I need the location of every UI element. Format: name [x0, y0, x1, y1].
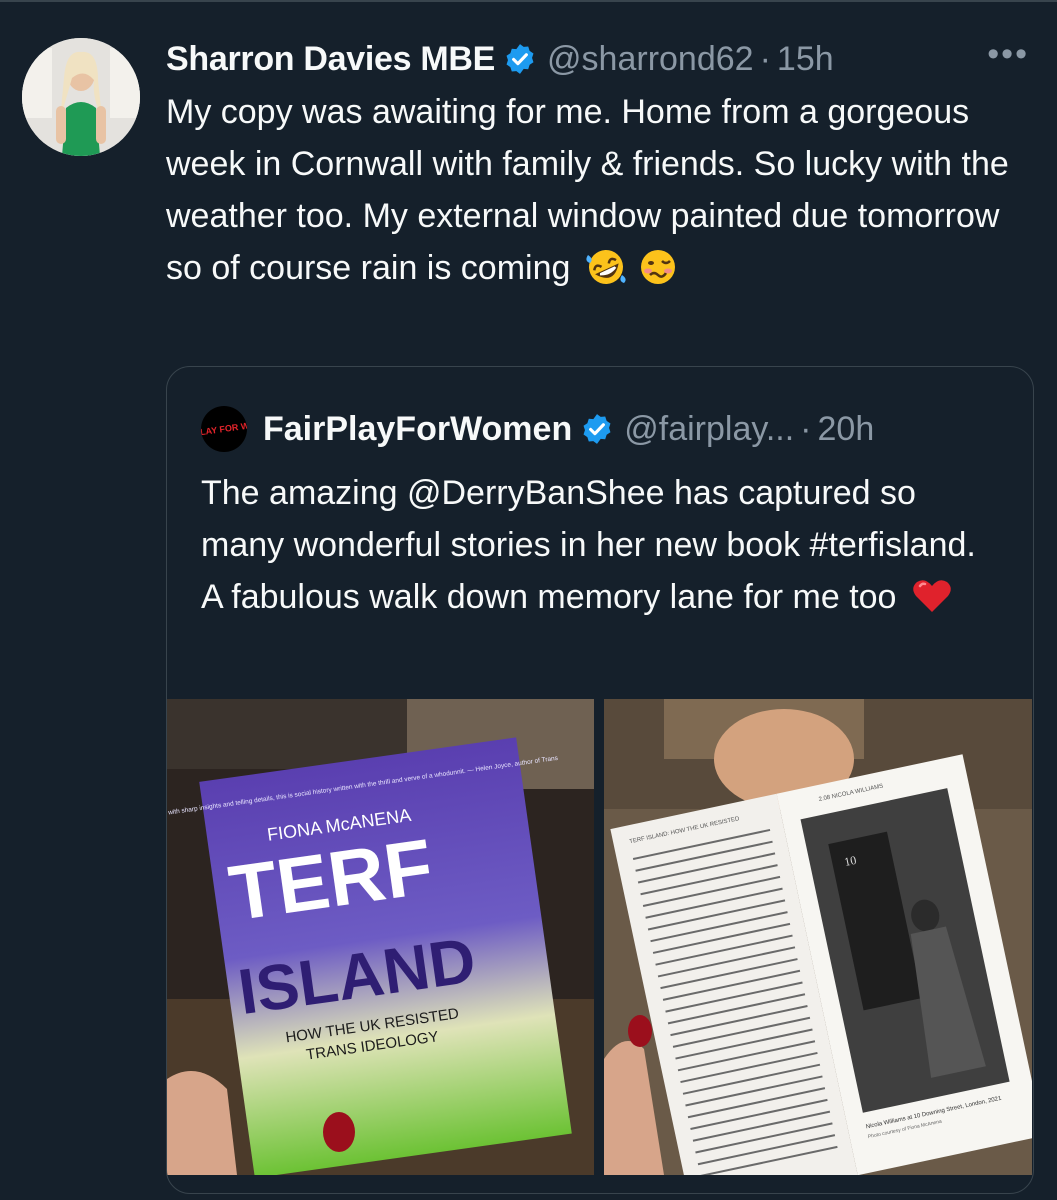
- verified-badge-icon: [503, 42, 537, 76]
- author-avatar[interactable]: [22, 38, 140, 156]
- quoted-tweet-card[interactable]: FAIR PLAY FOR WOMEN FairPlayForWomen @fa…: [166, 366, 1034, 1194]
- quoted-author-name: FairPlayForWomen: [263, 409, 573, 448]
- quoted-author-avatar: FAIR PLAY FOR WOMEN: [201, 406, 247, 452]
- quoted-separator-dot: ·: [800, 409, 812, 448]
- tweet-timestamp[interactable]: 15h: [777, 40, 834, 79]
- tweet-header: Sharron Davies MBE @sharrond62 · 15h: [166, 36, 1037, 82]
- quoted-timestamp: 20h: [817, 409, 875, 448]
- photo-open-book[interactable]: 10 TERF ISLAND: HOW THE UK RESISTED 2.08…: [604, 699, 1032, 1175]
- quoted-author-handle: @fairplay...: [624, 409, 795, 448]
- red-heart-emoji-icon: [910, 576, 954, 616]
- quoted-avatar-text: FAIR PLAY FOR WOMEN: [201, 416, 247, 441]
- author-name[interactable]: Sharron Davies MBE: [166, 40, 495, 79]
- photo-book-cover[interactable]: Packed with sharp insights and telling d…: [167, 699, 594, 1175]
- quoted-tweet-header: FAIR PLAY FOR WOMEN FairPlayForWomen @fa…: [201, 405, 874, 453]
- quoted-verified-badge-icon: [580, 412, 614, 446]
- woozy-face-emoji-icon: [636, 247, 680, 287]
- quoted-tweet-body: The amazing @DerryBanShee has captured s…: [201, 474, 976, 616]
- more-options-icon[interactable]: •••: [987, 37, 1029, 71]
- quoted-tweet-text: The amazing @DerryBanShee has captured s…: [201, 467, 1001, 623]
- author-handle[interactable]: @sharrond62: [547, 40, 754, 79]
- rolling-on-floor-laughing-emoji-icon: [584, 247, 628, 287]
- separator-dot: ·: [759, 39, 771, 78]
- tweet-text: My copy was awaiting for me. Home from a…: [166, 86, 1036, 294]
- top-divider: [0, 0, 1057, 2]
